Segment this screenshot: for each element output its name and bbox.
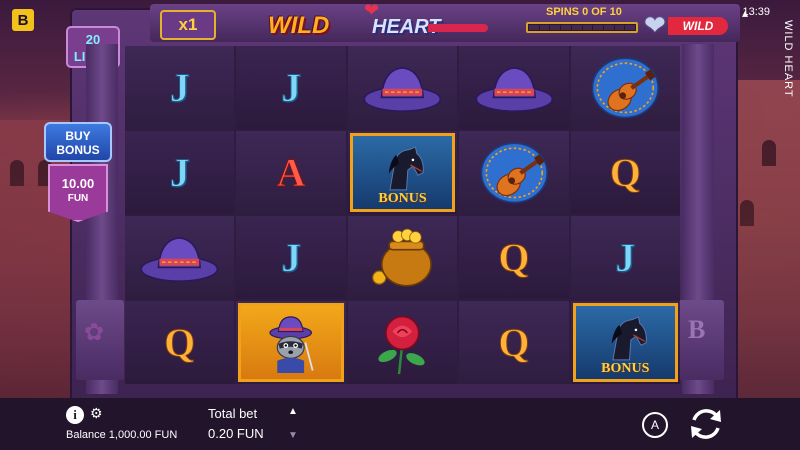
spins-segment: [529, 25, 539, 30]
hat-icon: [466, 51, 562, 124]
symbol-j: J: [125, 131, 235, 214]
spins-counter: SPINS 0 OF 10: [546, 6, 622, 18]
clock: 13:39: [742, 6, 770, 18]
spins-segment: [539, 25, 550, 30]
bonus-horse-icon: BONUS: [349, 133, 456, 212]
letter-j-symbol: J: [281, 65, 302, 111]
total-bet-value: 0.20 FUN: [208, 426, 264, 441]
rose-icon: [354, 306, 450, 379]
letter-a-symbol: A: [276, 150, 306, 196]
rose-emboss-icon: ✿: [84, 319, 105, 346]
logo-wild-text: WILD: [268, 12, 330, 39]
reel-grid: J J J A BONUS Q J Q J Q Q BONUS: [125, 46, 680, 384]
symbol-j: J: [125, 46, 235, 129]
buy-bonus-label-2: BONUS: [56, 143, 100, 157]
bet-decrease-icon[interactable]: ▼: [288, 430, 298, 441]
letter-j-symbol: J: [169, 150, 190, 196]
bet-increase-icon[interactable]: ▲: [288, 406, 298, 417]
bonus-label: BONUS: [601, 361, 650, 376]
symbol-j: J: [570, 216, 680, 299]
symbol-q: Q: [125, 301, 235, 384]
autoplay-button[interactable]: A: [642, 412, 668, 438]
spins-segment: [614, 25, 625, 30]
symbol-bonus: BONUS: [347, 131, 458, 214]
symbol-bonus: BONUS: [570, 301, 680, 384]
symbol-q: Q: [459, 216, 569, 299]
buy-bonus-button[interactable]: BUY BONUS: [44, 122, 112, 162]
guitar-icon: [466, 136, 562, 209]
game-logo: ❤ WILD HEART: [268, 0, 488, 44]
symbol-hat: [125, 216, 235, 299]
vertical-game-title: WILD HEART: [782, 20, 794, 98]
symbol-q: Q: [570, 131, 680, 214]
balance-display: Balance 1,000.00 FUN: [66, 429, 178, 441]
letter-q-symbol: Q: [498, 235, 530, 281]
spins-segment: [571, 25, 582, 30]
symbol-raccoon: [236, 301, 346, 384]
symbol-a: A: [236, 131, 346, 214]
buy-bonus-price: 10.00: [61, 176, 95, 191]
symbol-hat: [459, 46, 569, 129]
spin-button[interactable]: [686, 404, 726, 444]
spins-segment: [603, 25, 614, 30]
hat-icon: [354, 51, 450, 124]
spins-segment: [550, 25, 561, 30]
buy-bonus-panel[interactable]: BUY BONUS 10.00 FUN: [44, 122, 112, 230]
spins-segment: [593, 25, 603, 30]
info-icon[interactable]: i: [66, 406, 84, 424]
wild-tag: WILD: [668, 17, 728, 35]
letter-q-symbol: Q: [498, 320, 530, 366]
b-emboss-icon: B: [688, 315, 706, 344]
letter-j-symbol: J: [615, 235, 636, 281]
buy-bonus-price-tag: 10.00 FUN: [48, 164, 108, 222]
multiplier-badge: x1: [160, 10, 216, 40]
letter-j-symbol: J: [169, 65, 190, 111]
provider-logo: B: [12, 9, 34, 31]
symbol-q: Q: [459, 301, 569, 384]
gear-icon[interactable]: ⚙: [90, 405, 103, 422]
logo-swoosh: [428, 24, 488, 32]
hat-icon: [132, 221, 228, 294]
symbol-guitar: [570, 46, 680, 129]
symbol-rose: [347, 301, 458, 384]
symbol-gold-pot: [347, 216, 458, 299]
buy-bonus-currency: FUN: [67, 193, 89, 204]
symbol-j: J: [236, 216, 346, 299]
bonus-label: BONUS: [378, 191, 427, 206]
bottom-bar: [0, 398, 800, 450]
spins-segment: [582, 25, 593, 30]
letter-q-symbol: Q: [164, 320, 196, 366]
letter-q-symbol: Q: [609, 150, 641, 196]
guitar-icon: [577, 51, 673, 124]
raccoon-wild-icon: [238, 303, 344, 382]
gold-pot-icon: [354, 221, 450, 294]
symbol-j: J: [236, 46, 346, 129]
wild-heart-icon: ❤: [644, 10, 666, 40]
spins-segment: [561, 25, 571, 30]
symbol-guitar: [459, 131, 569, 214]
bonus-horse-icon: BONUS: [572, 303, 678, 382]
buy-bonus-label-1: BUY: [65, 129, 91, 143]
symbol-hat: [347, 46, 458, 129]
total-bet-label: Total bet: [208, 406, 258, 421]
spins-progress-bar: [526, 22, 638, 33]
spins-segment: [625, 25, 636, 30]
letter-j-symbol: J: [281, 235, 302, 281]
